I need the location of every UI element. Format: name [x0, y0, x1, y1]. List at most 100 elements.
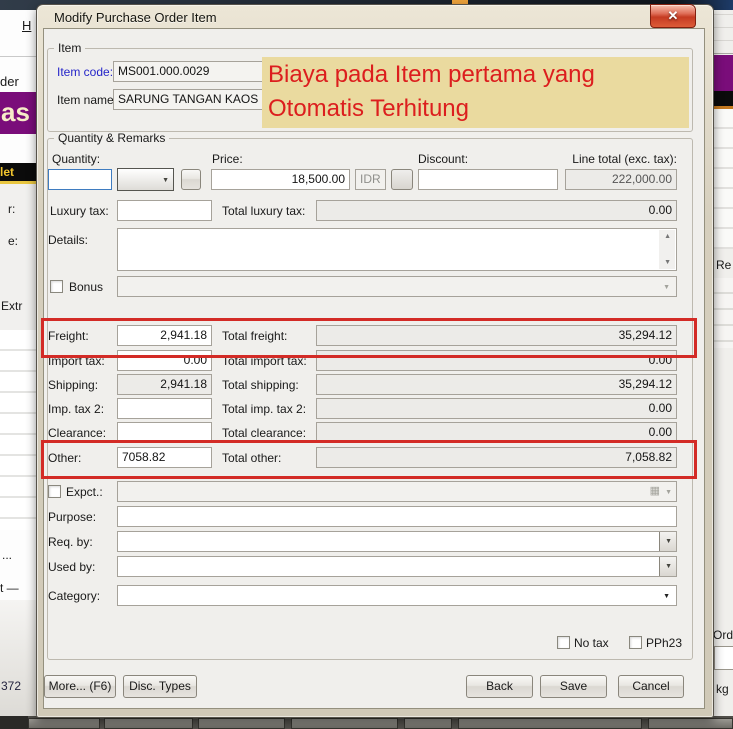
details-scrollbar[interactable]: ▲ ▼ [659, 230, 675, 269]
used-by-select[interactable]: (Default) ▼ [117, 556, 677, 577]
clearance-label: Clearance: [48, 426, 106, 440]
taskbar-segment[interactable] [198, 718, 285, 729]
bg-fragment-as: as [1, 97, 30, 127]
annotation-note: Biaya pada Item pertama yang Otomatis Te… [262, 57, 689, 128]
bg-purple-band: as [0, 92, 36, 134]
category-select[interactable]: ▼ [117, 585, 677, 606]
clearance-input[interactable] [117, 422, 212, 443]
price-lookup-button[interactable] [391, 169, 413, 190]
calendar-icon[interactable]: ▦ [650, 486, 660, 497]
pph23-label: PPh23 [646, 636, 682, 650]
no-tax-label: No tax [574, 636, 609, 650]
annotation-line1: Biaya pada Item pertama yang [268, 58, 683, 92]
bg-grid-rows [0, 330, 36, 530]
price-label: Price: [212, 152, 243, 166]
taskbar-segment[interactable] [291, 718, 398, 729]
more-button[interactable]: More... (F6) [44, 675, 116, 698]
scroll-up-icon[interactable]: ▲ [664, 233, 671, 240]
chevron-down-icon: ▼ [663, 284, 670, 291]
annotation-line2: Otomatis Terhitung [268, 92, 683, 126]
bg-grid-rows-right [712, 109, 733, 249]
expct-date-field[interactable]: Friday , January 18, 2019 ▦ ▼ [117, 481, 677, 502]
freight-label: Freight: [48, 329, 89, 343]
total-freight-label: Total freight: [222, 329, 287, 343]
req-by-label: Req. by: [48, 535, 93, 549]
bonus-checkbox[interactable] [50, 280, 63, 293]
details-label: Details: [48, 233, 88, 247]
save-button[interactable]: Save [540, 675, 607, 698]
no-tax-checkbox[interactable] [557, 636, 570, 649]
item-code-label[interactable]: Item code: [57, 65, 113, 79]
item-code-field[interactable]: MS001.000.0029 [113, 61, 263, 82]
expct-label: Expct.: [66, 485, 103, 499]
expct-checkbox[interactable] [48, 485, 61, 498]
chevron-down-icon: ▼ [665, 538, 672, 545]
quantity-remarks-group-label: Quantity & Remarks [54, 132, 169, 145]
bg-left-strip: H der as let r: e: Extr ... t — 372 [0, 10, 36, 716]
total-luxury-tax-label: Total luxury tax: [222, 204, 305, 218]
currency-field: IDR [355, 169, 386, 190]
disc-types-button[interactable]: Disc. Types [123, 675, 197, 698]
bg-grid-rows-right2 [712, 278, 733, 348]
total-freight-field: 35,294.12 [316, 325, 677, 346]
item-name-label: Item name: [57, 93, 117, 107]
details-textarea[interactable]: ▲ ▼ [117, 228, 677, 271]
req-by-dropdown-button[interactable]: ▼ [659, 532, 676, 551]
total-other-label: Total other: [222, 451, 281, 465]
price-input[interactable]: 18,500.00 [211, 169, 350, 190]
bg-right-strip: Re Ord kg [712, 10, 733, 716]
purpose-input[interactable] [117, 506, 677, 527]
chevron-down-icon: ▼ [663, 593, 670, 600]
bg-fragment-t: t — [0, 581, 19, 595]
bg-black-band: let [0, 163, 36, 181]
unit-select[interactable]: LUSIN ▼ [117, 168, 174, 191]
taskbar-segment[interactable] [28, 718, 100, 729]
imp-tax-2-label: Imp. tax 2: [48, 402, 104, 416]
close-button[interactable]: ✕ [650, 4, 696, 28]
bg-fragment-372: 372 [1, 679, 21, 693]
bg-fragment-r: r: [8, 202, 15, 216]
total-import-tax-field: 0.00 [316, 350, 677, 371]
total-other-field: 7,058.82 [316, 447, 677, 468]
luxury-tax-input[interactable] [117, 200, 212, 221]
item-name-field[interactable]: SARUNG TANGAN KAOS [113, 89, 263, 110]
other-label: Other: [48, 451, 81, 465]
taskbar-segment[interactable] [404, 718, 452, 729]
chevron-down-icon: ▼ [162, 177, 169, 184]
total-shipping-label: Total shipping: [222, 378, 299, 392]
dialog-title: Modify Purchase Order Item [54, 10, 217, 25]
bg-fragment-re: Re [716, 258, 731, 272]
taskbar-segment[interactable] [458, 718, 642, 729]
req-by-select[interactable]: (Not specified) ▼ [117, 531, 677, 552]
cancel-button[interactable]: Cancel [618, 675, 684, 698]
other-input[interactable]: 7058.82 [117, 447, 212, 468]
bg-menu-item[interactable]: H [22, 19, 31, 33]
bg-black-band-right [712, 91, 733, 106]
scroll-down-icon[interactable]: ▼ [664, 259, 671, 266]
used-by-dropdown-button[interactable]: ▼ [659, 557, 676, 576]
shipping-label: Shipping: [48, 378, 98, 392]
taskbar-segment[interactable] [104, 718, 193, 729]
chevron-down-icon[interactable]: ▼ [665, 489, 672, 496]
total-imp-tax-2-label: Total imp. tax 2: [222, 402, 306, 416]
total-shipping-field: 35,294.12 [316, 374, 677, 395]
discount-input[interactable] [418, 169, 558, 190]
back-button[interactable]: Back [466, 675, 533, 698]
total-luxury-tax-field: 0.00 [316, 200, 677, 221]
freight-input[interactable]: 2,941.18 [117, 325, 212, 346]
import-tax-input[interactable]: 0.00 [117, 350, 212, 371]
total-imp-tax-2-field: 0.00 [316, 398, 677, 419]
category-label: Category: [48, 589, 100, 603]
bg-mini-field [714, 646, 733, 670]
import-tax-label: Import tax: [48, 354, 105, 368]
taskbar-segment[interactable] [648, 718, 733, 729]
pph23-checkbox[interactable] [629, 636, 642, 649]
quantity-input[interactable]: 12.0000 [48, 169, 112, 190]
bonus-select[interactable]: <Not specified> ▼ [117, 276, 677, 297]
bg-fragment-extr: Extr [1, 299, 22, 313]
bg-divider [0, 56, 36, 57]
unit-lookup-button[interactable] [181, 169, 201, 190]
quantity-label: Quantity: [52, 152, 100, 166]
total-clearance-label: Total clearance: [222, 426, 306, 440]
imp-tax-2-input[interactable] [117, 398, 212, 419]
